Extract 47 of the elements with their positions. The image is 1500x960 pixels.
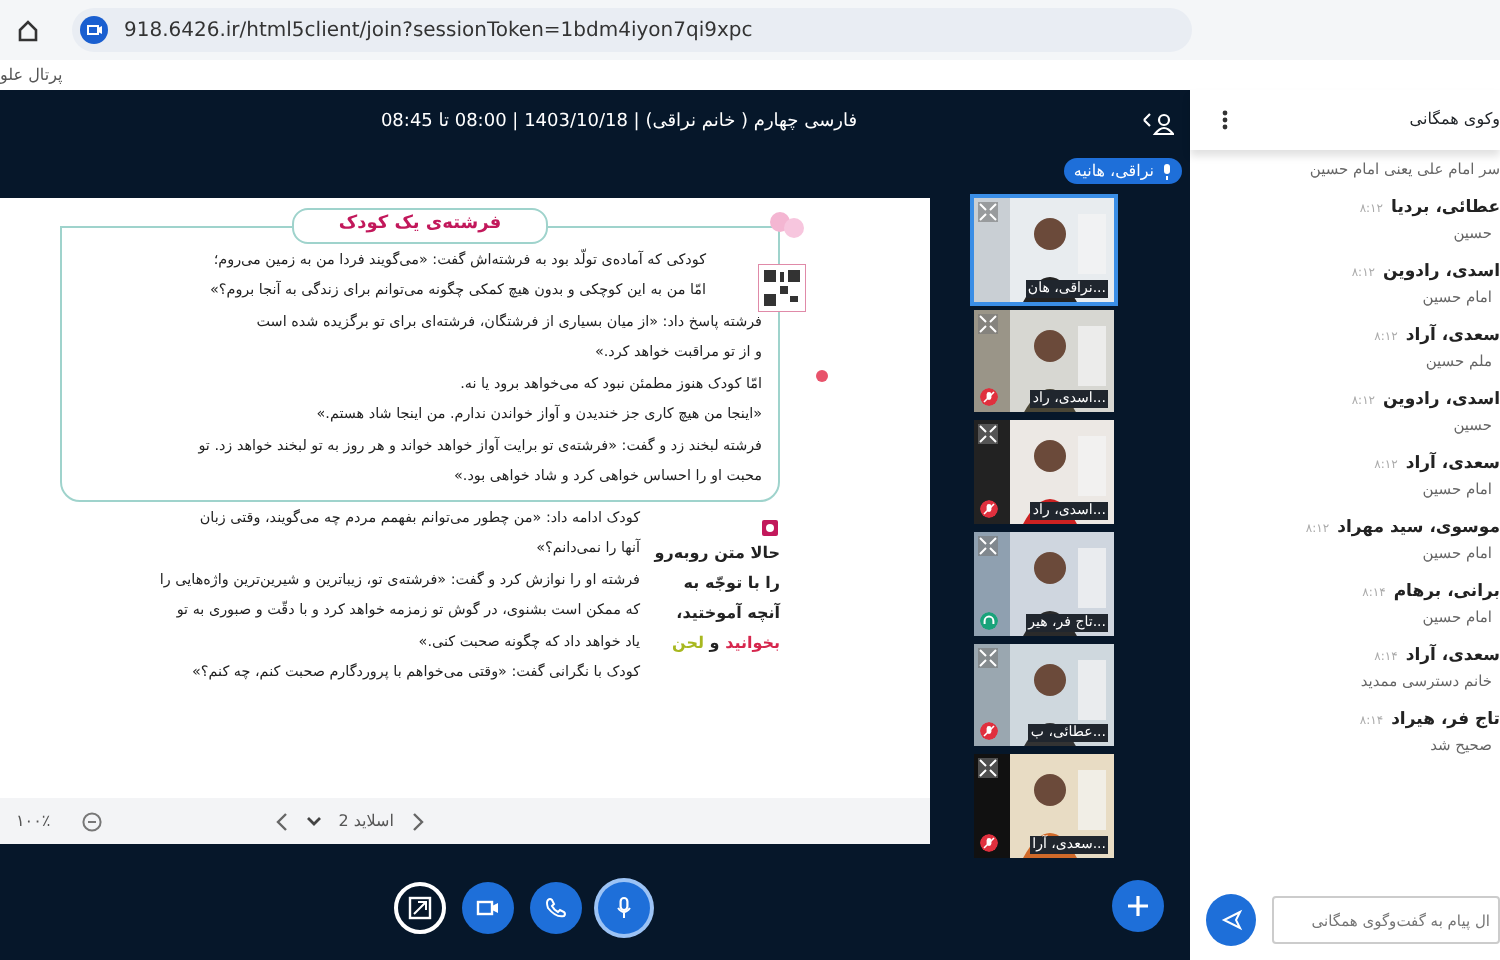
flower-icon	[768, 210, 808, 242]
sender-name: اسدی، رادوین	[1383, 260, 1500, 286]
sender-name: سعدی، آراد	[1405, 644, 1500, 670]
qr-code	[758, 264, 806, 312]
zoom-out-icon[interactable]	[82, 811, 103, 831]
next-slide-icon[interactable]	[409, 811, 426, 831]
send-icon	[1219, 908, 1244, 932]
sender-name: سعدی، آراد	[1405, 452, 1500, 478]
screen-share-icon	[408, 896, 432, 920]
instruction-line: حالا متن روبه‌رو	[654, 541, 780, 566]
instruction-line: آنچه آموختید،	[676, 601, 780, 626]
chat-title: وکوی همگانی	[1409, 108, 1500, 132]
camera-icon	[476, 896, 500, 920]
more-options-icon[interactable]	[1222, 110, 1228, 130]
sender-name: تاج فر، هیراد	[1391, 708, 1500, 734]
zoom-level: ۱۰۰٪	[16, 809, 51, 833]
sender-name: اسدی، رادوین	[1383, 388, 1500, 414]
site-icon	[80, 16, 108, 44]
sender-name: برانی، برهام	[1393, 580, 1500, 606]
expand-icon[interactable]	[978, 758, 998, 779]
pointer-dot	[816, 370, 828, 382]
plus-icon	[1126, 894, 1150, 918]
mic-icon	[1162, 163, 1172, 179]
meeting-title: فارسی چهارم ( خانم نراقی) | 1403/10/18 | 08:00 تا 08:45	[378, 110, 860, 137]
mic-icon	[612, 896, 636, 920]
prev-slide-icon[interactable]	[274, 811, 291, 831]
send-button[interactable]	[1206, 894, 1257, 946]
sender-name: عطائی، بردیا	[1391, 196, 1500, 222]
users-icon[interactable]	[1142, 112, 1174, 136]
slide-number[interactable]: اسلاید 2	[338, 809, 394, 833]
sender-name: سعدی، آراد	[1405, 324, 1500, 350]
instruction-line: را با توجّه به	[683, 571, 780, 596]
camera-button[interactable]	[462, 882, 514, 934]
sender-name: موسوی، سید مهراد	[1337, 516, 1500, 542]
mic-button[interactable]	[598, 882, 650, 934]
instruction-line: بخوانید و لحن	[672, 631, 780, 656]
actions-button[interactable]	[1112, 880, 1164, 932]
talking-indicator: نراقی، هانیه	[1063, 158, 1182, 184]
home-icon[interactable]	[16, 18, 40, 42]
phone-button[interactable]	[530, 882, 582, 934]
slide-heading: فرشته‌ی یک کودک	[292, 208, 548, 243]
caret-icon[interactable]	[306, 813, 323, 829]
puzzle-icon	[760, 517, 780, 537]
screen-share-button[interactable]	[394, 882, 446, 934]
bookmark[interactable]: پرتال علو	[0, 63, 63, 87]
phone-icon	[544, 896, 568, 920]
expand-icon[interactable]	[978, 424, 998, 445]
